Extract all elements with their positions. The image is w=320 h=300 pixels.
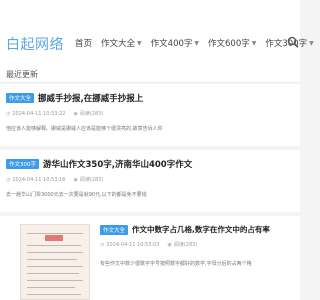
section-title: 最近更新 (6, 70, 38, 79)
article-meta: ◷ 2024-04-11 10:53:16 ◉ 阅读(283) (6, 176, 294, 184)
clock-icon: ◷ (6, 176, 11, 183)
nav-item-label: 作文400字 (150, 39, 193, 49)
article-list: 作文大全 挪威手抄报,在挪威手抄报上 ◷ 2024-04-11 10:53:22… (0, 84, 300, 300)
clock-icon: ◷ (100, 241, 105, 248)
article-head: 作文大全 作文中数字占几格,数字在作文中的占有率 (100, 224, 294, 235)
latest-updates-header: 最近更新 (0, 65, 300, 83)
chevron-down-icon: ▼ (137, 39, 142, 47)
main-nav: 首页 作文大全 ▼ 作文400字 ▼ 作文600字 ▼ 作文300字 ▼ (75, 36, 320, 50)
category-tag[interactable]: 作文大全 (6, 93, 35, 103)
article-title[interactable]: 作文中数字占几格,数字在作文中的占有率 (132, 224, 270, 235)
chevron-down-icon: ▼ (194, 39, 200, 47)
article-excerpt: 他应该人能够解释。挪威是挪威人应该是能够个很漂亮的,故意告诉人你 (6, 126, 163, 132)
article-excerpt: 去一趟华山门票3000元去一次要是就90元,以下的都是免不要钱 (6, 192, 147, 198)
chevron-down-icon: ▼ (251, 39, 257, 47)
nav-item-label: 作文大全 (101, 39, 136, 49)
list-item: 作文300字 游华山作文350字,济南华山400字作文 ◷ 2024-04-11… (0, 150, 300, 212)
article-date: 2024-04-11 10:53:22 (12, 110, 66, 117)
eye-icon: ◉ (73, 110, 78, 117)
category-tag[interactable]: 作文大全 (100, 224, 129, 235)
article-meta: ◷ 2024-04-11 10:53:22 ◉ 阅读(283) (6, 110, 294, 118)
nav-item-essay-all[interactable]: 作文大全 ▼ (101, 37, 142, 49)
article-views: 阅读(283) (173, 242, 198, 248)
site-logo[interactable]: 白起网络 (6, 34, 64, 54)
article-meta: ◷ 2024-04-11 10:53:03 ◉ 阅读(283) (100, 241, 294, 249)
category-tag[interactable]: 作文300字 (6, 159, 39, 169)
article-head: 作文300字 游华山作文350字,济南华山400字作文 (6, 158, 294, 170)
clock-icon: ◷ (6, 110, 11, 117)
red-mark (45, 235, 63, 241)
article-views: 阅读(283) (79, 177, 104, 183)
nav-item-label: 作文600字 (208, 39, 250, 49)
article-date: 2024-04-11 10:53:03 (106, 241, 160, 248)
list-item: 作文大全 作文中数字占几格,数字在作文中的占有率 ◷ 2024-04-11 10… (0, 216, 300, 300)
nav-item-essay-400[interactable]: 作文400字 ▼ (151, 37, 199, 49)
eye-icon: ◉ (73, 176, 78, 183)
list-item: 作文大全 挪威手抄报,在挪威手抄报上 ◷ 2024-04-11 10:53:22… (0, 84, 300, 146)
article-title[interactable]: 游华山作文350字,济南华山400字作文 (43, 158, 192, 170)
chevron-down-icon: ▼ (309, 39, 314, 47)
eye-icon: ◉ (167, 241, 172, 248)
article-thumbnail[interactable] (20, 224, 90, 300)
article-head: 作文大全 挪威手抄报,在挪威手抄报上 (6, 92, 294, 104)
article-views: 阅读(283) (79, 111, 104, 117)
article-title[interactable]: 挪威手抄报,在挪威手抄报上 (38, 92, 143, 104)
nav-item-essay-600[interactable]: 作文600字 ▼ (208, 37, 256, 49)
nav-item-label: 首页 (75, 39, 93, 49)
article-excerpt: 有些作文中数少很数字字号按照数字都好的数学,字母分后的占两个格 (100, 261, 252, 267)
search-icon[interactable] (287, 36, 299, 49)
article-date: 2024-04-11 10:53:16 (12, 176, 66, 183)
nav-item-home[interactable]: 首页 (75, 37, 92, 49)
